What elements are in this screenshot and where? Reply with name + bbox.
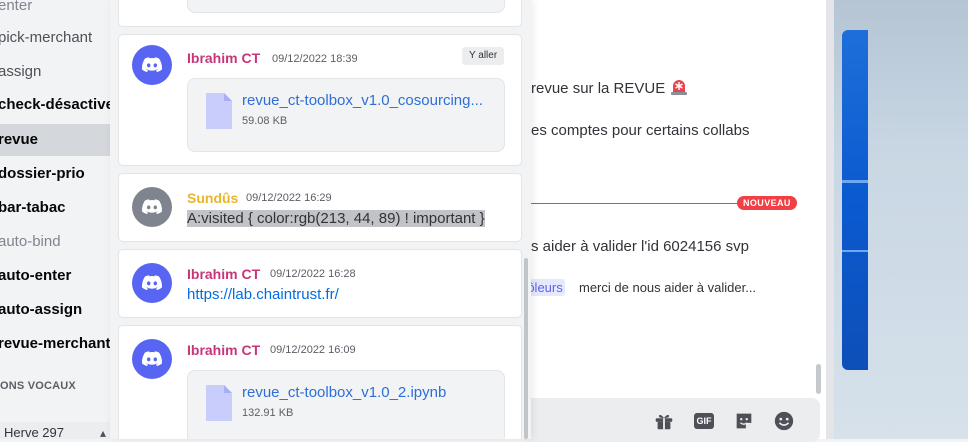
channel-item[interactable]: assign	[0, 56, 110, 88]
discord-logo-icon	[142, 275, 162, 291]
message-line: revue sur la REVUE	[531, 77, 689, 97]
document-icon	[206, 93, 232, 129]
message-content: https://lab.chaintrust.fr/	[187, 286, 339, 303]
channel-item[interactable]: auto-assign	[0, 294, 110, 326]
sticker-button[interactable]	[731, 408, 757, 434]
channel-item[interactable]: revue-merchant	[0, 328, 110, 360]
gift-button[interactable]	[651, 408, 677, 434]
wallpaper-logo-stripe	[842, 250, 868, 252]
search-result-card[interactable]: Ibrahim CT 09/12/2022 16:09 revue_ct-too…	[119, 326, 521, 439]
emoji-icon	[774, 411, 794, 431]
file-attachment[interactable]: revue_ct-toolbox_v1.0_2.ipynb 132.91 KB	[187, 370, 505, 439]
message-timestamp: 09/12/2022 18:39	[272, 53, 358, 65]
message-timestamp: 09/12/2022 16:09	[270, 344, 356, 356]
sticker-icon	[736, 413, 752, 429]
avatar[interactable]	[132, 187, 172, 227]
channel-item[interactable]: bar-tabac	[0, 192, 110, 224]
wallpaper-logo	[842, 30, 868, 370]
author-name[interactable]: Ibrahim CT	[187, 342, 260, 358]
file-attachment	[187, 0, 505, 13]
search-result-card[interactable]: Ibrahim CT 09/12/2022 18:39 Y aller revu…	[119, 35, 521, 165]
avatar[interactable]	[132, 339, 172, 379]
search-result-card[interactable]: Ibrahim CT 09/12/2022 16:28 https://lab.…	[119, 250, 521, 317]
channel-item[interactable]: enter	[0, 0, 110, 22]
message-timestamp: 09/12/2022 16:29	[246, 192, 332, 204]
jump-button[interactable]: Y aller	[462, 47, 505, 65]
document-icon	[206, 385, 232, 421]
discord-logo-icon	[142, 57, 162, 73]
search-highlight: A:visited { color:rgb(213, 44, 89) ! imp…	[187, 210, 485, 227]
new-messages-divider	[528, 203, 748, 204]
message-content: A:visited { color:rgb(213, 44, 89) ! imp…	[187, 210, 485, 227]
channel-item[interactable]: dossier-prio	[0, 158, 110, 190]
file-name-link[interactable]: revue_ct-toolbox_v1.0_cosourcing...	[242, 92, 483, 109]
gif-button[interactable]: GIF	[691, 408, 717, 434]
emoji-button[interactable]	[771, 408, 797, 434]
voice-channels-header[interactable]: ONS VOCAUX	[0, 380, 76, 392]
channel-item[interactable]: pick-merchant	[0, 22, 110, 54]
reply-preview-text[interactable]: merci de nous aider à valider...	[579, 280, 756, 295]
discord-logo-icon	[142, 351, 162, 367]
channel-item[interactable]: auto-bind	[0, 226, 110, 258]
author-name[interactable]: Ibrahim CT	[187, 266, 260, 282]
message-line: s aider à valider l'id 6024156 svp	[531, 238, 749, 255]
file-size: 132.91 KB	[242, 407, 294, 419]
search-results-panel: Ibrahim CT 09/12/2022 18:39 Y aller revu…	[110, 0, 531, 439]
gift-icon	[655, 415, 673, 430]
avatar[interactable]	[132, 45, 172, 85]
user-icon: ▴	[100, 426, 107, 439]
rotating-light-icon	[671, 80, 688, 95]
channel-item-active[interactable]: revue	[0, 124, 110, 156]
channel-sidebar: enter pick-merchant assign check-désacti…	[0, 0, 110, 439]
channel-item[interactable]: auto-enter	[0, 260, 110, 292]
gif-icon: GIF	[694, 413, 714, 429]
message-line: es comptes pour certains collabs	[531, 122, 750, 139]
window-edge	[826, 0, 834, 439]
channel-item[interactable]: check-désactive	[0, 89, 110, 121]
voice-user-name: Herve 297	[4, 425, 64, 439]
message-timestamp: 09/12/2022 16:28	[270, 268, 356, 280]
main-scrollbar[interactable]	[816, 364, 821, 394]
file-size: 59.08 KB	[242, 115, 288, 127]
discord-logo-icon	[142, 199, 162, 215]
desktop-wallpaper	[826, 0, 968, 439]
author-name[interactable]: Sundûs	[187, 190, 238, 206]
file-name-link[interactable]: revue_ct-toolbox_v1.0_2.ipynb	[242, 384, 446, 401]
author-name[interactable]: Ibrahim CT	[187, 50, 260, 66]
new-badge: NOUVEAU	[737, 196, 797, 210]
message-link[interactable]: https://lab.chaintrust.fr/	[187, 286, 339, 303]
results-scrollbar[interactable]	[524, 258, 528, 439]
voice-user-row[interactable]: Herve 297 ▴	[0, 422, 110, 439]
search-result-card[interactable]: Sundûs 09/12/2022 16:29 A:visited { colo…	[119, 174, 521, 241]
wallpaper-logo-stripe	[842, 180, 868, 183]
avatar[interactable]	[132, 263, 172, 303]
file-attachment[interactable]: revue_ct-toolbox_v1.0_cosourcing... 59.0…	[187, 78, 505, 152]
search-result-card[interactable]	[119, 0, 521, 26]
